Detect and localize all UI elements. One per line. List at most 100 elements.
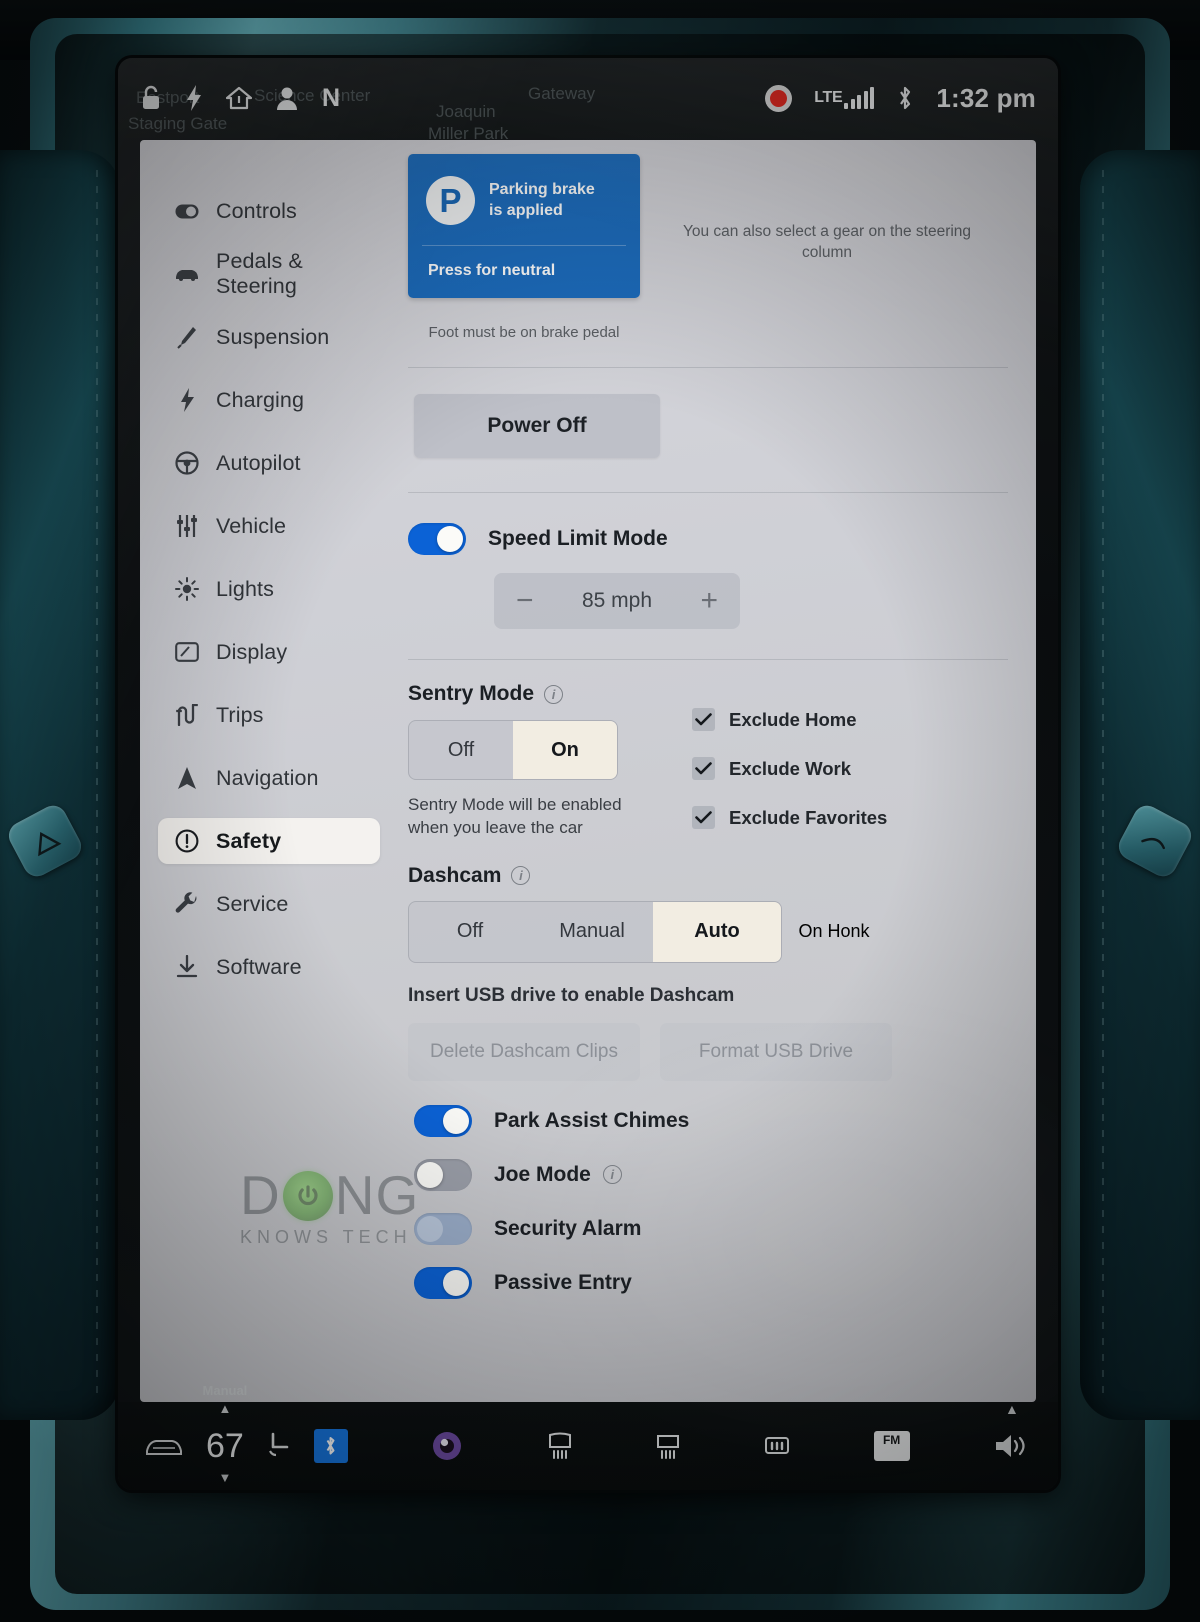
info-icon[interactable]: i	[602, 1165, 622, 1185]
bluetooth-icon[interactable]	[896, 85, 914, 111]
speed-limit-stepper[interactable]: − 85 mph +	[494, 573, 740, 629]
sidebar-label: Suspension	[216, 324, 330, 349]
bolt-icon	[174, 387, 200, 413]
touchscreen: Eastport Staging Gate Science Center Joa…	[118, 58, 1058, 1490]
defrost-front-icon[interactable]	[655, 1432, 681, 1460]
decrease-speed-button[interactable]: −	[516, 586, 534, 616]
signal-bars-icon	[844, 87, 875, 109]
seat-vent-icon[interactable]	[763, 1434, 791, 1458]
info-icon[interactable]: i	[511, 866, 531, 886]
checkbox-checked-icon[interactable]	[692, 757, 715, 780]
joe-mode-toggle[interactable]	[414, 1158, 472, 1191]
sentry-left-column: Sentry Mode i Off On Sentry Mode will be…	[408, 682, 670, 840]
car-icon[interactable]	[144, 1436, 184, 1456]
speed-limit-value: 85 mph	[581, 589, 653, 612]
exclude-work-label: Exclude Work	[729, 757, 852, 779]
record-icon[interactable]	[765, 84, 793, 112]
exclude-favorites-row[interactable]: Exclude Favorites	[692, 806, 887, 829]
passive-entry-row: Passive Entry	[414, 1266, 1008, 1299]
sidebar-item-display[interactable]: Display	[158, 629, 380, 675]
checkbox-checked-icon[interactable]	[692, 708, 715, 731]
climate-temp-control[interactable]: Manual ▲ 67 ▼	[203, 1383, 248, 1485]
security-alarm-toggle[interactable]	[414, 1212, 472, 1245]
warning-icon	[174, 828, 200, 854]
dashcam-option-on-honk[interactable]: On Honk	[780, 901, 888, 963]
sentry-mode-section: Sentry Mode i Off On Sentry Mode will be…	[408, 682, 1008, 840]
dashcam-title: Dashcam	[408, 863, 502, 887]
sidebar-item-autopilot[interactable]: Autopilot	[158, 440, 380, 486]
exclude-favorites-label: Exclude Favorites	[729, 806, 888, 828]
power-off-button[interactable]: Power Off	[414, 394, 660, 458]
gear-section: P Parking brake is applied Press for neu…	[408, 154, 1008, 341]
volume-control[interactable]: ▲	[992, 1401, 1032, 1461]
sidebar-label: Safety	[216, 828, 282, 853]
exclude-work-row[interactable]: Exclude Work	[692, 757, 887, 780]
delete-dashcam-clips-button[interactable]: Delete Dashcam Clips	[408, 1022, 640, 1081]
dashcam-option-auto[interactable]: Auto	[653, 901, 781, 962]
sidebar-item-navigation[interactable]: Navigation	[158, 755, 380, 801]
speed-limit-toggle[interactable]	[408, 523, 466, 555]
dashcam-option-off[interactable]: Off	[409, 902, 531, 962]
sentry-mode-segmented-control[interactable]: Off On	[408, 720, 618, 780]
parking-brake-status: P Parking brake is applied	[408, 154, 640, 245]
dashcam-option-manual[interactable]: Manual	[531, 902, 653, 962]
screen-icon	[174, 639, 200, 665]
media-icon[interactable]	[430, 1429, 464, 1463]
divider-1	[408, 367, 1008, 368]
temp-down-icon[interactable]: ▼	[218, 1470, 231, 1485]
usb-drive-note: Insert USB drive to enable Dashcam	[408, 984, 735, 1006]
info-icon[interactable]: i	[544, 684, 564, 704]
increase-speed-button[interactable]: +	[700, 586, 718, 616]
left-leather-panel	[0, 150, 120, 1420]
park-badge-icon: P	[426, 176, 475, 225]
mirror-adjust-icon	[1141, 837, 1165, 850]
parking-brake-card[interactable]: P Parking brake is applied Press for neu…	[408, 154, 640, 298]
dashcam-section: Dashcam i Off Manual Auto On Honk Insert…	[408, 864, 1008, 1081]
fm-radio-icon[interactable]: FM	[873, 1431, 910, 1461]
parking-brake-line2: is applied	[489, 201, 563, 219]
sentry-option-off[interactable]: Off	[409, 721, 513, 779]
status-bar-right-group: LTE 1:32 pm	[765, 83, 1036, 114]
sidebar-label: Service	[216, 891, 289, 916]
sentry-mode-title-row: Sentry Mode i	[408, 682, 670, 706]
ghost-label-4: Joaquin	[436, 102, 496, 121]
download-icon	[174, 954, 200, 980]
home-icon[interactable]	[226, 86, 252, 110]
exclude-home-row[interactable]: Exclude Home	[692, 708, 887, 731]
press-for-neutral-button[interactable]: Press for neutral	[408, 246, 640, 298]
sidebar-item-trips[interactable]: Trips	[158, 692, 380, 738]
parking-brake-text: Parking brake is applied	[489, 180, 595, 222]
park-assist-chimes-toggle[interactable]	[414, 1104, 472, 1137]
lock-icon[interactable]	[140, 85, 162, 111]
volume-up-icon[interactable]: ▲	[1005, 1401, 1019, 1417]
person-icon[interactable]	[276, 86, 298, 110]
sidebar-item-service[interactable]: Service	[158, 881, 380, 927]
passive-entry-toggle[interactable]	[414, 1266, 472, 1299]
volume-icon[interactable]	[992, 1431, 1032, 1461]
sidebar-item-software[interactable]: Software	[158, 944, 380, 990]
sidebar-item-pedals-steering[interactable]: Pedals & Steering	[158, 249, 380, 298]
seat-heater-icon[interactable]	[266, 1431, 292, 1461]
sidebar-item-suspension[interactable]: Suspension	[158, 314, 380, 360]
park-assist-chimes-row: Park Assist Chimes	[414, 1104, 1008, 1137]
clock: 1:32 pm	[936, 82, 1036, 113]
sidebar-item-lights[interactable]: Lights	[158, 566, 380, 612]
bolt-icon[interactable]	[186, 85, 202, 111]
sidebar-item-vehicle[interactable]: Vehicle	[158, 503, 380, 549]
speed-limit-label: Speed Limit Mode	[488, 527, 668, 550]
sidebar-item-safety[interactable]: Safety	[158, 818, 380, 864]
dashcam-segmented-control[interactable]: Off Manual Auto	[408, 900, 782, 963]
sentry-mode-note: Sentry Mode will be enabled when you lea…	[408, 794, 670, 840]
divider-3	[408, 659, 1008, 660]
steering-column-note: You can also select a gear on the steeri…	[682, 223, 972, 261]
temp-up-icon[interactable]: ▲	[218, 1401, 231, 1416]
sidebar-item-controls[interactable]: Controls	[158, 188, 380, 234]
sidebar-label: Controls	[216, 198, 297, 223]
format-usb-drive-button[interactable]: Format USB Drive	[660, 1022, 892, 1081]
checkbox-checked-icon[interactable]	[692, 806, 715, 829]
defrost-rear-icon[interactable]	[547, 1432, 573, 1460]
hazard-triangle-icon	[38, 831, 62, 857]
sentry-option-on[interactable]: On	[513, 721, 617, 779]
sidebar-item-charging[interactable]: Charging	[158, 377, 380, 423]
bluetooth-icon[interactable]	[313, 1429, 348, 1463]
